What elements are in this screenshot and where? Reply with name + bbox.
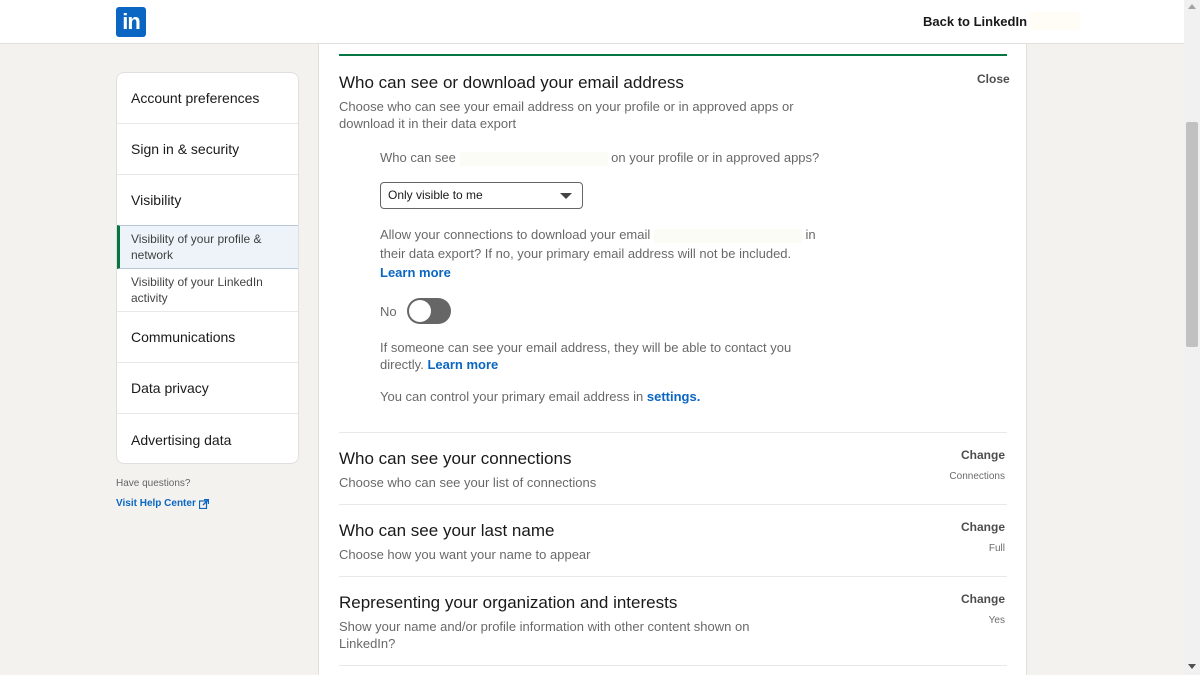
last-name-visibility-title[interactable]: Who can see your last name bbox=[339, 521, 554, 541]
help-question: Have questions? bbox=[116, 478, 191, 489]
sidebar-item-advertising-data[interactable]: Advertising data bbox=[117, 414, 298, 463]
sidebar-subitem-label: Visibility of your profile & network bbox=[131, 232, 262, 262]
last-name-current-value: Full bbox=[988, 543, 1005, 554]
sidebar-item-visibility[interactable]: Visibility bbox=[117, 175, 298, 225]
download-email-toggle[interactable] bbox=[407, 298, 451, 324]
divider bbox=[339, 665, 1007, 666]
primary-email-control-text: You can control your primary email addre… bbox=[380, 387, 700, 406]
settings-sidebar: Account preferences Sign in & security V… bbox=[116, 72, 299, 464]
change-organization-button[interactable]: Change bbox=[905, 592, 1005, 606]
toggle-knob bbox=[409, 300, 431, 322]
organization-interests-title[interactable]: Representing your organization and inter… bbox=[339, 593, 677, 613]
redacted-email bbox=[653, 228, 802, 243]
sidebar-item-sign-in-security[interactable]: Sign in & security bbox=[117, 124, 298, 175]
sidebar-item-label: Sign in & security bbox=[131, 141, 240, 157]
select-value: Only visible to me bbox=[388, 188, 483, 202]
divider bbox=[339, 504, 1007, 505]
question-suffix: on your profile or in approved apps? bbox=[611, 150, 820, 165]
email-visibility-description: Choose who can see your email address on… bbox=[339, 99, 794, 131]
sidebar-item-communications[interactable]: Communications bbox=[117, 312, 298, 363]
change-connections-button[interactable]: Change bbox=[905, 448, 1005, 462]
close-button[interactable]: Close bbox=[977, 72, 1010, 86]
email-visibility-select[interactable]: Only visible to me bbox=[380, 182, 583, 209]
email-visibility-title: Who can see or download your email addre… bbox=[339, 73, 684, 92]
sidebar-subitem-profile-network[interactable]: Visibility of your profile & network bbox=[117, 225, 298, 269]
sidebar-item-account-preferences[interactable]: Account preferences bbox=[117, 73, 298, 124]
download-question-suffix: in bbox=[805, 227, 816, 242]
connections-visibility-title[interactable]: Who can see your connections bbox=[339, 449, 571, 469]
sidebar-item-label: Data privacy bbox=[131, 380, 209, 396]
scroll-up-arrow-icon[interactable] bbox=[1188, 4, 1196, 9]
scroll-down-arrow-icon[interactable] bbox=[1188, 664, 1196, 669]
divider bbox=[339, 576, 1007, 577]
sidebar-item-label: Visibility bbox=[131, 192, 182, 208]
divider bbox=[339, 432, 1007, 433]
learn-more-link[interactable]: Learn more bbox=[380, 265, 451, 280]
sidebar-subitem-label: Visibility of your LinkedIn activity bbox=[131, 275, 263, 305]
help-center-label: Visit Help Center bbox=[116, 498, 196, 509]
connections-current-value: Connections bbox=[949, 471, 1005, 482]
change-last-name-button[interactable]: Change bbox=[905, 520, 1005, 534]
settings-link[interactable]: settings. bbox=[647, 389, 700, 404]
top-header: in Back to LinkedIn bbox=[0, 0, 1184, 44]
download-question-prefix: Allow your connections to download your … bbox=[380, 227, 651, 242]
control-text: You can control your primary email addre… bbox=[380, 389, 644, 404]
organization-current-value: Yes bbox=[988, 615, 1005, 626]
external-link-icon bbox=[198, 498, 209, 509]
organization-interests-description: Show your name and/or profile informatio… bbox=[339, 619, 750, 651]
redacted-email bbox=[459, 151, 608, 166]
last-name-visibility-description: Choose how you want your name to appear bbox=[339, 547, 591, 562]
question-prefix: Who can see bbox=[380, 150, 456, 165]
learn-more-link[interactable]: Learn more bbox=[427, 357, 498, 372]
sidebar-item-label: Account preferences bbox=[131, 90, 260, 106]
settings-main-panel: Who can see or download your email addre… bbox=[318, 44, 1027, 675]
download-question-line2: their data export? If no, your primary e… bbox=[380, 246, 792, 261]
download-question: Allow your connections to download your … bbox=[380, 225, 840, 282]
sidebar-item-label: Communications bbox=[131, 329, 236, 345]
sidebar-item-data-privacy[interactable]: Data privacy bbox=[117, 363, 298, 414]
caret-down-icon bbox=[560, 193, 572, 199]
sidebar-subitem-linkedin-activity[interactable]: Visibility of your LinkedIn activity bbox=[117, 269, 298, 312]
help-center-link[interactable]: Visit Help Center bbox=[116, 498, 209, 509]
connections-visibility-description: Choose who can see your list of connecti… bbox=[339, 475, 597, 490]
redacted-area bbox=[1030, 12, 1080, 30]
back-to-linkedin-link[interactable]: Back to LinkedIn bbox=[923, 14, 1027, 29]
sidebar-item-label: Advertising data bbox=[131, 431, 232, 448]
toggle-state-label: No bbox=[380, 304, 397, 319]
contact-info-text: If someone can see your email address, t… bbox=[380, 339, 820, 373]
email-visibility-question: Who can see on your profile or in approv… bbox=[380, 148, 819, 167]
scrollbar-thumb[interactable] bbox=[1186, 122, 1198, 347]
linkedin-logo-icon[interactable]: in bbox=[116, 7, 146, 37]
expanded-section-accent bbox=[339, 54, 1007, 56]
